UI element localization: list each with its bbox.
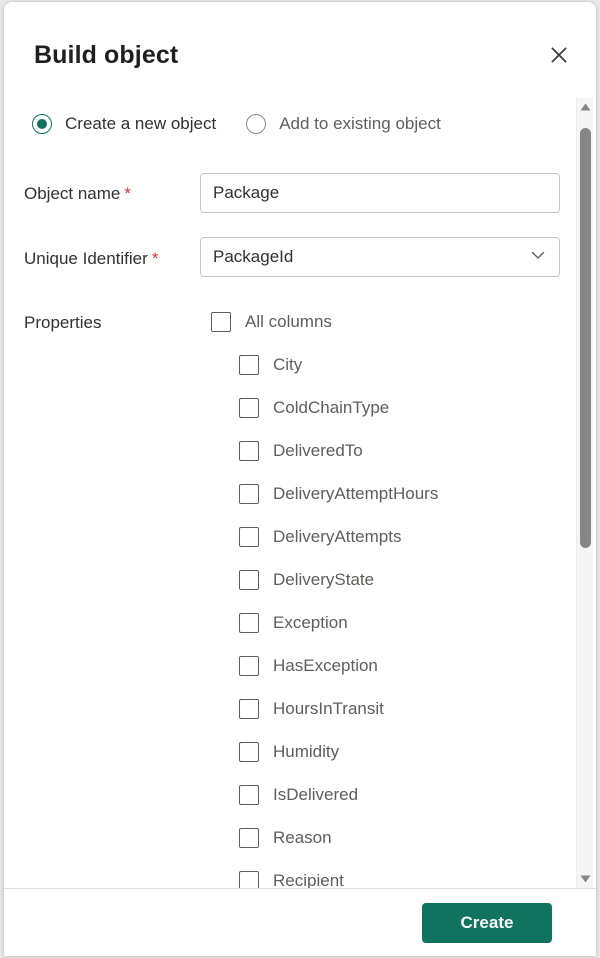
checkbox-label: DeliveryAttemptHours xyxy=(273,483,439,503)
checkbox-icon xyxy=(239,612,259,633)
object-mode-radio-group: Create a new object Add to existing obje… xyxy=(32,114,441,134)
object-name-input[interactable] xyxy=(200,173,560,213)
checkbox-icon xyxy=(239,569,259,590)
checkbox-icon xyxy=(239,397,259,418)
checkbox-label: Humidity xyxy=(273,741,340,761)
radio-unselected-icon xyxy=(246,114,267,134)
dialog-header: Build object xyxy=(4,2,596,94)
checkbox-label: HoursInTransit xyxy=(273,698,384,718)
checkbox-row-humidity[interactable]: Humidity xyxy=(4,730,596,773)
checkbox-row-deliveredto[interactable]: DeliveredTo xyxy=(4,429,596,472)
checkbox-icon xyxy=(211,311,231,332)
unique-identifier-required-marker: * xyxy=(151,249,159,268)
checkbox-label: City xyxy=(273,354,303,374)
close-icon xyxy=(549,45,569,65)
radio-add-to-existing-object[interactable]: Add to existing object xyxy=(246,114,441,134)
checkbox-icon xyxy=(239,483,259,504)
checkbox-row-coldchaintype[interactable]: ColdChainType xyxy=(4,386,596,429)
checkbox-icon xyxy=(239,870,259,888)
checkbox-row-all-columns[interactable]: All columns xyxy=(4,300,596,343)
checkbox-row-isdelivered[interactable]: IsDelivered xyxy=(4,773,596,816)
page-title: Build object xyxy=(34,41,179,69)
checkbox-row-reason[interactable]: Reason xyxy=(4,816,596,859)
unique-identifier-dropdown[interactable]: PackageId xyxy=(200,237,560,277)
triangle-down-icon xyxy=(580,870,591,888)
checkbox-label: Recipient xyxy=(273,870,344,889)
checkbox-icon xyxy=(239,698,259,719)
checkbox-label: DeliveredTo xyxy=(273,440,363,460)
scroll-down-button[interactable] xyxy=(577,870,593,888)
checkbox-icon xyxy=(239,827,259,848)
checkbox-label: All columns xyxy=(245,311,332,331)
checkbox-row-deliveryattempts[interactable]: DeliveryAttempts xyxy=(4,515,596,558)
checkbox-row-city[interactable]: City xyxy=(4,343,596,386)
checkbox-icon xyxy=(239,526,259,547)
checkbox-label: HasException xyxy=(273,655,378,675)
scrollbar-thumb[interactable] xyxy=(580,128,591,548)
checkbox-label: Exception xyxy=(273,612,348,632)
properties-checkbox-list: All columns City ColdChainType Delivered… xyxy=(4,300,596,888)
chevron-down-icon xyxy=(529,246,547,269)
object-name-label: Object name * xyxy=(24,184,132,203)
checkbox-icon xyxy=(239,784,259,805)
create-button[interactable]: Create xyxy=(422,903,552,943)
radio-selected-icon xyxy=(32,114,52,134)
scroll-up-button[interactable] xyxy=(577,98,593,116)
checkbox-label: DeliveryState xyxy=(273,569,375,589)
checkbox-row-exception[interactable]: Exception xyxy=(4,601,596,644)
properties-scrollbar[interactable] xyxy=(576,98,593,888)
unique-identifier-value: PackageId xyxy=(213,247,294,266)
object-name-required-marker: * xyxy=(124,184,132,203)
checkbox-icon xyxy=(239,741,259,762)
dialog-body: Create a new object Add to existing obje… xyxy=(4,94,596,888)
checkbox-row-recipient[interactable]: Recipient xyxy=(4,859,596,888)
checkbox-row-deliverystate[interactable]: DeliveryState xyxy=(4,558,596,601)
radio-create-new-object[interactable]: Create a new object xyxy=(32,114,216,134)
checkbox-icon xyxy=(239,655,259,676)
checkbox-row-hoursintransit[interactable]: HoursInTransit xyxy=(4,687,596,730)
checkbox-icon xyxy=(239,440,259,461)
triangle-up-icon xyxy=(580,98,591,116)
checkbox-label: DeliveryAttempts xyxy=(273,526,402,546)
unique-identifier-label: Unique Identifier * xyxy=(24,249,159,268)
radio-create-new-object-label: Create a new object xyxy=(65,114,217,133)
radio-add-to-existing-object-label: Add to existing object xyxy=(279,114,441,133)
dialog-footer: Create xyxy=(4,889,596,956)
checkbox-label: ColdChainType xyxy=(273,397,390,417)
checkbox-icon xyxy=(239,354,259,375)
close-button[interactable] xyxy=(544,40,574,70)
checkbox-label: Reason xyxy=(273,827,332,847)
build-object-dialog: Build object Create a new object Add to … xyxy=(4,2,596,956)
checkbox-row-hasexception[interactable]: HasException xyxy=(4,644,596,687)
checkbox-label: IsDelivered xyxy=(273,784,359,804)
checkbox-row-deliveryattempthours[interactable]: DeliveryAttemptHours xyxy=(4,472,596,515)
